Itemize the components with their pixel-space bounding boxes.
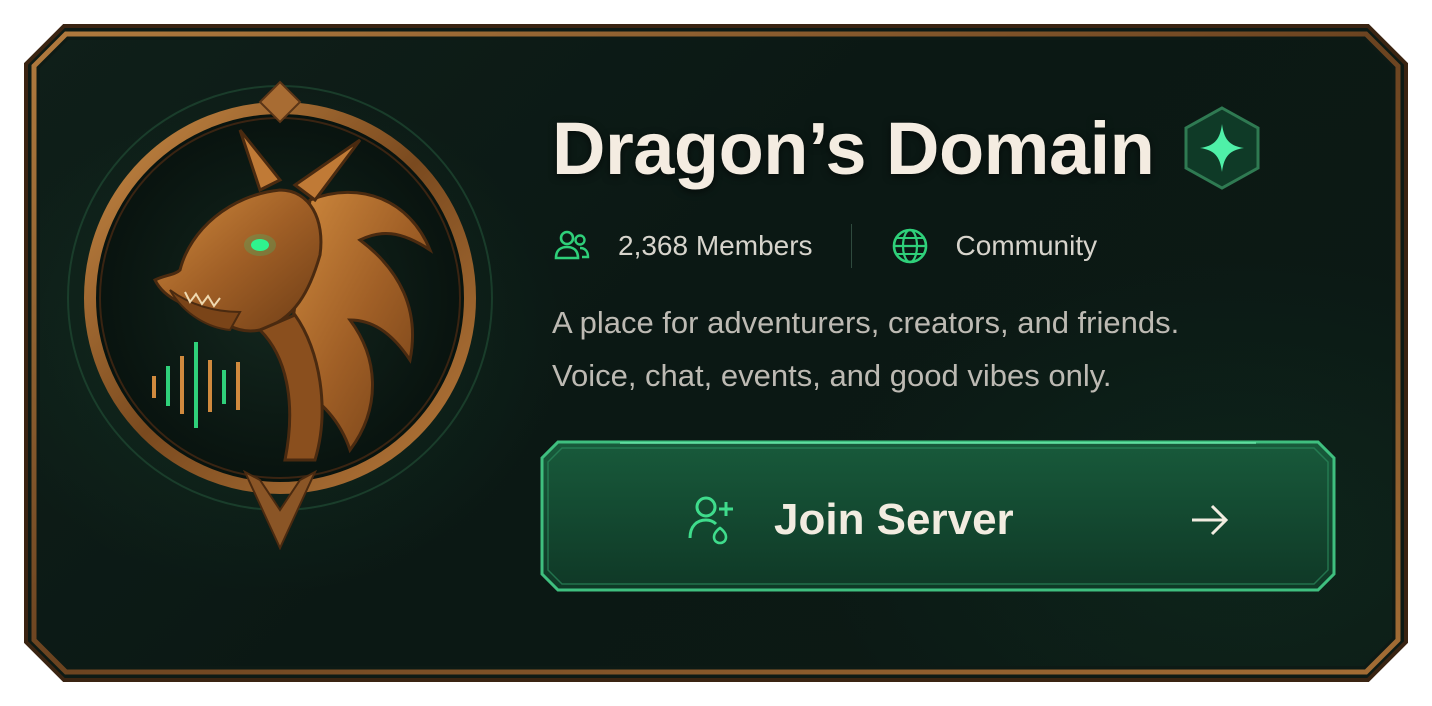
server-name: Dragon’s Domain — [552, 106, 1155, 190]
globe-icon — [892, 228, 927, 264]
add-user-icon — [688, 496, 733, 545]
members-count: 2,368 Members — [552, 226, 813, 266]
sparkle-badge-icon — [1182, 106, 1262, 190]
title-row: Dragon’s Domain — [552, 100, 1262, 196]
server-category: Community — [890, 226, 1098, 266]
description-line: A place for adventurers, creators, and f… — [552, 305, 1180, 340]
arrow-right-icon — [1192, 504, 1229, 536]
join-button-label: Join Server — [774, 495, 1014, 544]
dragon-emblem — [67, 80, 493, 551]
members-label: 2,368 Members — [618, 230, 813, 261]
description-line: Voice, chat, events, and good vibes only… — [552, 358, 1112, 393]
join-server-button[interactable]: Join Server — [540, 440, 1336, 592]
server-avatar — [60, 80, 500, 551]
server-meta: 2,368 Members Community — [552, 222, 1097, 270]
members-icon — [554, 230, 590, 260]
server-description: A place for adventurers, creators, and f… — [552, 296, 1312, 402]
meta-divider — [850, 224, 852, 268]
server-invite-card: Dragon’s Domain 2,368 Members Community … — [0, 0, 1432, 706]
category-label: Community — [955, 230, 1098, 261]
